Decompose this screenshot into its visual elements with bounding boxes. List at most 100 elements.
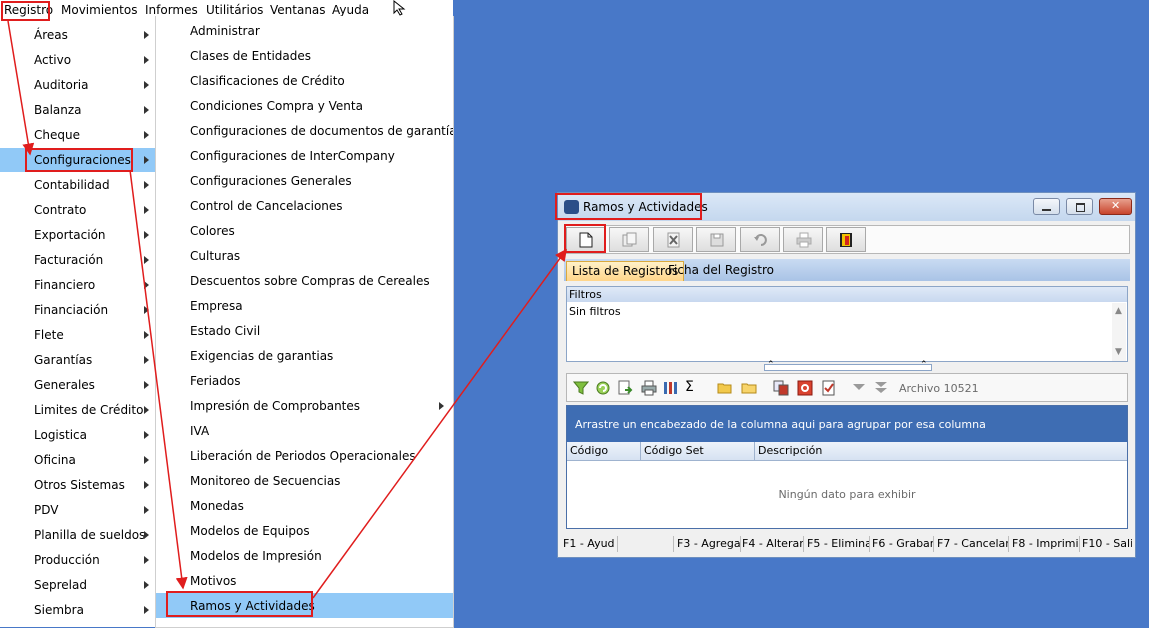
menu-item-configuraciones[interactable]: Configuraciones (0, 148, 155, 172)
registro-dropdown: Áreas Activo Auditoria Balanza Cheque Co… (0, 21, 156, 627)
menu-item-planilla-de-sueldos[interactable]: Planilla de sueldos (0, 523, 155, 547)
submenu-item-clases-de-entidades[interactable]: Clases de Entidades (156, 43, 453, 68)
f5-elimina-key[interactable]: F5 - Elimina (807, 536, 870, 552)
menu-utilitarios[interactable]: Utilitários (206, 3, 263, 17)
new-record-button[interactable] (566, 227, 606, 252)
menu-ventanas[interactable]: Ventanas (270, 3, 326, 17)
folder-icon[interactable] (741, 380, 757, 396)
menu-item-exportacion[interactable]: Exportación (0, 223, 155, 247)
submenu-item-feriados[interactable]: Feriados (156, 368, 453, 393)
chevron-up-icon: ⌃ (767, 360, 775, 370)
f7-cancelar-key[interactable]: F7 - Cancelar (937, 536, 1009, 552)
submenu-item-clasificaciones-de-credito[interactable]: Clasificaciones de Crédito (156, 68, 453, 93)
menu-item-produccion[interactable]: Producción (0, 548, 155, 572)
submenu-item-monedas[interactable]: Monedas (156, 493, 453, 518)
expand-all-icon[interactable] (873, 380, 889, 396)
menu-item-financiero[interactable]: Financiero (0, 273, 155, 297)
submenu-item-administrar[interactable]: Administrar (156, 18, 453, 43)
window-titlebar[interactable]: Ramos y Actividades (558, 193, 1135, 221)
submenu-item-empresa[interactable]: Empresa (156, 293, 453, 318)
open-folder-icon[interactable] (717, 380, 733, 396)
undo-record-button[interactable] (740, 227, 780, 252)
menu-ayuda[interactable]: Ayuda (332, 3, 369, 17)
menu-item-contabilidad[interactable]: Contabilidad (0, 173, 155, 197)
menu-registro[interactable]: Registro (4, 3, 53, 17)
scroll-up-icon[interactable]: ▲ (1115, 306, 1122, 316)
menu-item-garantias[interactable]: Garantías (0, 348, 155, 372)
submenu-item-motivos[interactable]: Motivos (156, 568, 453, 593)
exit-button[interactable] (826, 227, 866, 252)
submenu-item-culturas[interactable]: Culturas (156, 243, 453, 268)
submenu-item-config-intercompany[interactable]: Configuraciones de InterCompany (156, 143, 453, 168)
f6-grabar-key[interactable]: F6 - Grabar (872, 536, 934, 552)
menu-movimientos[interactable]: Movimientos (61, 3, 137, 17)
column-header-codigo-set[interactable]: Código Set (641, 442, 755, 460)
submenu-item-iva[interactable]: IVA (156, 418, 453, 443)
submenu-item-modelos-impresion[interactable]: Modelos de Impresión (156, 543, 453, 568)
stop-icon[interactable] (797, 380, 813, 396)
sum-icon[interactable]: Σ (685, 379, 701, 395)
column-header-codigo[interactable]: Código (567, 442, 641, 460)
submenu-arrow-icon (144, 531, 149, 539)
submenu-item-descuentos-cereales[interactable]: Descuentos sobre Compras de Cereales (156, 268, 453, 293)
menu-item-limites-de-credito[interactable]: Limites de Crédito (0, 398, 155, 422)
menu-item-seprelad[interactable]: Seprelad (0, 573, 155, 597)
menu-item-activo[interactable]: Activo (0, 48, 155, 72)
submenu-item-impresion-comprobantes[interactable]: Impresión de Comprobantes (156, 393, 453, 418)
menu-item-logistica[interactable]: Logistica (0, 423, 155, 447)
menu-item-areas[interactable]: Áreas (0, 23, 155, 47)
scroll-down-icon[interactable]: ▼ (1115, 347, 1122, 357)
print-icon[interactable] (641, 380, 657, 396)
submenu-item-condiciones-compra-venta[interactable]: Condiciones Compra y Venta (156, 93, 453, 118)
menu-item-auditoria[interactable]: Auditoria (0, 73, 155, 97)
export-icon[interactable] (617, 380, 633, 396)
submenu-item-control-cancelaciones[interactable]: Control de Cancelaciones (156, 193, 453, 218)
menu-item-label: Facturación (34, 253, 104, 267)
submenu-arrow-icon (144, 181, 149, 189)
f1-ayuda-key[interactable]: F1 - Ayud (563, 536, 618, 552)
menu-informes[interactable]: Informes (145, 3, 198, 17)
menu-item-flete[interactable]: Flete (0, 323, 155, 347)
print-record-button[interactable] (783, 227, 823, 252)
refresh-icon[interactable] (595, 380, 611, 396)
f8-imprimir-key[interactable]: F8 - Imprimi (1012, 536, 1080, 552)
filter-icon[interactable] (573, 380, 589, 396)
menu-item-contrato[interactable]: Contrato (0, 198, 155, 222)
panel-splitter[interactable]: ⌃ ⌃ (764, 360, 932, 371)
menu-item-pdv[interactable]: PDV (0, 498, 155, 522)
close-button[interactable] (1099, 198, 1132, 215)
submenu-item-colores[interactable]: Colores (156, 218, 453, 243)
columns-icon[interactable] (663, 380, 679, 396)
submenu-item-config-generales[interactable]: Configuraciones Generales (156, 168, 453, 193)
save-record-button[interactable] (696, 227, 736, 252)
f3-agrega-key[interactable]: F3 - Agrega (677, 536, 741, 552)
submenu-item-config-documentos-garantia[interactable]: Configuraciones de documentos de garantí… (156, 118, 453, 143)
menu-item-oficina[interactable]: Oficina (0, 448, 155, 472)
submenu-item-estado-civil[interactable]: Estado Civil (156, 318, 453, 343)
copy-icon[interactable] (773, 380, 789, 396)
menu-item-balanza[interactable]: Balanza (0, 98, 155, 122)
menu-item-generales[interactable]: Generales (0, 373, 155, 397)
f10-salir-key[interactable]: F10 - Sali (1082, 536, 1132, 552)
menu-item-cheque[interactable]: Cheque (0, 123, 155, 147)
menu-item-siembra[interactable]: Siembra (0, 598, 155, 622)
f4-alterar-key[interactable]: F4 - Alterar (742, 536, 804, 552)
delete-record-button[interactable] (653, 227, 693, 252)
minimize-button[interactable] (1033, 198, 1060, 215)
group-by-panel[interactable]: Arrastre un encabezado de la columna aqu… (567, 406, 1127, 442)
menu-item-financiacion[interactable]: Financiación (0, 298, 155, 322)
filters-scrollbar[interactable]: ▲ ▼ (1112, 303, 1126, 361)
checklist-icon[interactable] (821, 380, 837, 396)
collapse-icon[interactable] (851, 380, 867, 396)
menu-item-otros-sistemas[interactable]: Otros Sistemas (0, 473, 155, 497)
maximize-button[interactable] (1066, 198, 1093, 215)
copy-record-button[interactable] (609, 227, 649, 252)
submenu-item-liberacion-periodos[interactable]: Liberación de Periodos Operacionales (156, 443, 453, 468)
tab-ficha-del-registro[interactable]: Ficha del Registro (663, 261, 779, 281)
menu-item-facturacion[interactable]: Facturación (0, 248, 155, 272)
column-header-descripcion[interactable]: Descripción (755, 442, 1127, 460)
submenu-item-monitoreo-secuencias[interactable]: Monitoreo de Secuencias (156, 468, 453, 493)
submenu-item-ramos-actividades[interactable]: Ramos y Actividades (156, 593, 453, 618)
submenu-item-exigencias-garantias[interactable]: Exigencias de garantias (156, 343, 453, 368)
submenu-item-modelos-equipos[interactable]: Modelos de Equipos (156, 518, 453, 543)
